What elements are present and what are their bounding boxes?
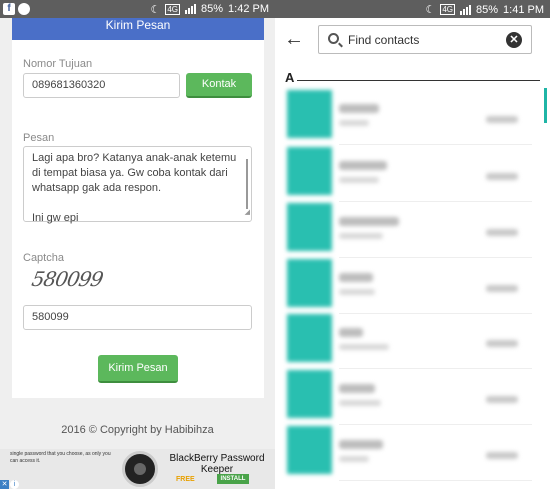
messenger-notification-icon: [18, 3, 30, 15]
row-divider: [339, 144, 532, 145]
contact-label-blurred: [339, 456, 369, 462]
message-line: Ini gw epi: [32, 212, 79, 224]
battery-percent: 85%: [201, 3, 224, 15]
contact-avatar: [287, 90, 332, 138]
row-divider: [339, 368, 532, 369]
contact-row[interactable]: [287, 426, 532, 481]
contact-name-blurred: [339, 384, 375, 393]
contacts-scrollbar[interactable]: [544, 88, 547, 123]
captcha-input[interactable]: 580099: [23, 305, 252, 330]
contact-label-blurred: [339, 177, 379, 183]
pesan-label: Pesan: [23, 132, 55, 144]
contact-number-blurred: [486, 396, 518, 403]
facebook-notification-icon: f: [3, 3, 15, 15]
right-phone-screen: ☾ 4G 85% 1:41 PM ← Find contacts ✕ A: [275, 0, 550, 489]
contact-name-blurred: [339, 217, 399, 226]
send-message-form: Kirim Pesan Nomor Tujuan 089681360320 Ko…: [12, 18, 264, 398]
contact-number-blurred: [486, 452, 518, 459]
contact-name-blurred: [339, 273, 373, 282]
contact-number-blurred: [486, 116, 518, 123]
kontak-button[interactable]: Kontak: [186, 73, 252, 98]
contact-avatar: [287, 370, 332, 418]
network-type-badge: 4G: [165, 3, 180, 15]
row-divider: [339, 424, 532, 425]
do-not-disturb-icon: ☾: [425, 4, 436, 16]
signal-icon: [185, 4, 196, 14]
phone-number-input[interactable]: 089681360320: [23, 73, 180, 98]
form-header: Kirim Pesan: [12, 18, 264, 40]
contact-avatar: [287, 147, 332, 195]
contact-row[interactable]: [287, 90, 532, 145]
back-arrow-icon[interactable]: ←: [284, 28, 304, 50]
ad-title: BlackBerry Password Keeper: [169, 453, 265, 475]
contact-row[interactable]: [287, 370, 532, 425]
ad-price: FREE: [176, 476, 195, 483]
contact-label-blurred: [339, 289, 375, 295]
textarea-scrollbar[interactable]: [246, 159, 248, 209]
kirim-pesan-button[interactable]: Kirim Pesan: [98, 355, 178, 383]
contact-label-blurred: [339, 400, 381, 406]
do-not-disturb-icon: ☾: [150, 3, 161, 16]
captcha-label: Captcha: [23, 252, 64, 264]
section-divider: [297, 80, 540, 81]
status-time: 1:41 PM: [503, 3, 544, 16]
ad-app-image: [122, 451, 158, 487]
section-letter: A: [285, 70, 295, 85]
contact-name-blurred: [339, 161, 387, 170]
network-type-badge: 4G: [440, 4, 455, 15]
message-line: [32, 196, 237, 211]
search-icon: [328, 33, 339, 44]
contact-label-blurred: [339, 233, 383, 239]
row-divider: [339, 201, 532, 202]
copyright-footer: 2016 © Copyright by Habibihza: [61, 424, 214, 436]
contact-row[interactable]: [287, 259, 532, 314]
contact-avatar: [287, 426, 332, 474]
ad-install-button[interactable]: INSTALL: [217, 474, 249, 484]
message-line: di tempat biasa ya. Gw coba kontak dari: [32, 167, 228, 179]
contact-number-blurred: [486, 340, 518, 347]
screenshot-root: f ☾ 4G 85% 1:42 PM Kirim Pesan Nomor Tuj…: [0, 0, 550, 489]
contact-avatar: [287, 259, 332, 307]
search-input[interactable]: Find contacts: [348, 33, 419, 47]
contact-name-blurred: [339, 440, 383, 449]
status-bar: ☾ 4G 85% 1:41 PM: [275, 0, 550, 18]
ad-small-text: single password that you choose, as only…: [10, 451, 111, 464]
contact-name-blurred: [339, 104, 379, 113]
contact-number-blurred: [486, 229, 518, 236]
textarea-resize-handle[interactable]: ◢: [245, 205, 250, 220]
contact-label-blurred: [339, 120, 369, 126]
contact-row[interactable]: [287, 147, 532, 202]
row-divider: [339, 257, 532, 258]
status-time: 1:42 PM: [228, 3, 269, 15]
row-divider: [339, 480, 532, 481]
contact-row[interactable]: [287, 314, 532, 369]
contact-number-blurred: [486, 285, 518, 292]
message-line: Lagi apa bro? Katanya anak-anak ketemu: [32, 152, 237, 164]
contact-row[interactable]: [287, 203, 532, 258]
contact-avatar: [287, 314, 332, 362]
clear-search-icon[interactable]: ✕: [506, 32, 522, 48]
contact-avatar: [287, 203, 332, 251]
message-line: whatsapp gak ada respon.: [32, 182, 162, 194]
contact-number-blurred: [486, 173, 518, 180]
ad-banner[interactable]: single password that you choose, as only…: [0, 449, 275, 489]
message-textarea[interactable]: Lagi apa bro? Katanya anak-anak ketemu d…: [23, 146, 252, 224]
ad-info-icon[interactable]: i: [10, 480, 19, 489]
captcha-image: 580099: [29, 267, 105, 291]
contact-label-blurred: [339, 344, 389, 350]
signal-icon: [460, 4, 471, 15]
battery-percent: 85%: [476, 3, 499, 16]
nomor-tujuan-label: Nomor Tujuan: [23, 58, 93, 70]
contact-name-blurred: [339, 328, 363, 337]
ad-close-icon[interactable]: ✕: [0, 480, 9, 489]
left-phone-screen: f ☾ 4G 85% 1:42 PM Kirim Pesan Nomor Tuj…: [0, 0, 275, 489]
status-bar: f ☾ 4G 85% 1:42 PM: [0, 0, 275, 18]
find-contacts-search[interactable]: Find contacts ✕: [318, 25, 532, 54]
